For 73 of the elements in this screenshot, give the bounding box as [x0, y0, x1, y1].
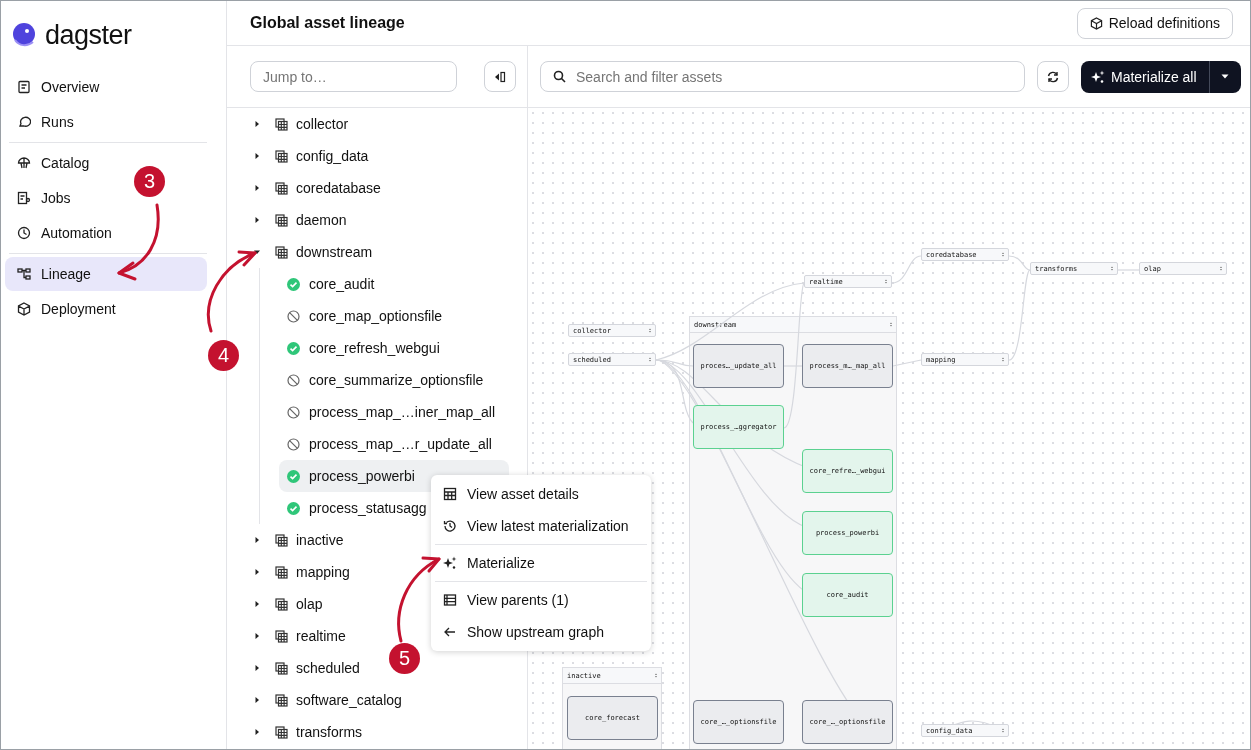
edge-line — [891, 255, 922, 284]
page-title: Global asset lineage — [250, 14, 405, 32]
table-stack-icon — [275, 117, 288, 131]
nav-item[interactable]: Automation — [5, 216, 124, 250]
table-stack-icon — [275, 533, 288, 547]
nav-item[interactable]: Lineage — [5, 257, 207, 291]
tree-group-row[interactable]: coredatabase — [253, 172, 381, 204]
tree-group-row[interactable]: scheduled — [253, 652, 360, 684]
lineage-icon — [17, 267, 31, 281]
menu-item[interactable]: View parents (1) — [435, 584, 647, 616]
sparkle-icon — [443, 556, 457, 570]
menu-item[interactable]: View latest materialization — [435, 510, 647, 542]
sparkle-icon — [1091, 69, 1105, 84]
asset-row[interactable]: core_map_optionsfile — [279, 300, 509, 332]
refresh-button[interactable] — [1037, 61, 1069, 92]
collapse-panel-icon — [494, 70, 506, 83]
tree-group-row[interactable]: realtime — [253, 620, 346, 652]
menu-item[interactable]: Materialize — [435, 547, 647, 579]
automation-icon — [17, 226, 31, 240]
asset-row[interactable]: core_summarize_optionsfile — [279, 364, 509, 396]
table-stack-icon — [275, 245, 288, 259]
runs-icon — [17, 115, 31, 129]
reload-definitions-button[interactable]: Reload definitions — [1076, 7, 1233, 39]
table-stack-icon — [275, 565, 288, 579]
tree-group-row[interactable]: config_data — [253, 140, 369, 172]
arrow-icon — [443, 625, 457, 639]
search-field[interactable]: Search and filter assets — [540, 61, 1025, 92]
materialize-all-button[interactable]: Materialize all — [1081, 60, 1209, 93]
octopus-logo-icon — [11, 22, 37, 48]
table-stack-icon — [275, 725, 288, 739]
tree-group-row[interactable]: mapping — [253, 556, 350, 588]
step-number-badge: 3 — [134, 166, 165, 197]
jobs-icon — [17, 191, 31, 205]
asset-row[interactable]: core_audit — [279, 268, 509, 300]
tree-group-row[interactable]: downstream — [253, 236, 373, 268]
table-stack-icon — [275, 661, 288, 675]
cube-icon — [1089, 16, 1103, 30]
step-number-badge: 4 — [208, 340, 239, 371]
asset-row[interactable]: core_refresh_webgui — [279, 332, 509, 364]
nav-item[interactable]: Deployment — [5, 292, 128, 326]
table-stack-icon — [275, 213, 288, 227]
caret-down-icon — [1221, 74, 1230, 79]
asset-row[interactable]: process_map_…r_update_all — [279, 428, 509, 460]
tree-group-row[interactable]: inactive — [253, 524, 344, 556]
table-stack-icon — [275, 629, 288, 643]
deployment-icon — [17, 302, 31, 316]
nav-item[interactable]: Runs — [5, 105, 86, 139]
jump-to-field[interactable]: Jump to… — [250, 61, 457, 92]
menu-item[interactable]: Show upstream graph — [435, 616, 647, 648]
history-icon — [443, 519, 457, 533]
table-stack-icon — [275, 149, 288, 163]
logo-wordmark: dagster — [45, 19, 132, 51]
overview-icon — [17, 80, 31, 94]
table-stack-icon — [275, 693, 288, 707]
table-stack-icon — [275, 597, 288, 611]
nav-item[interactable]: Jobs — [5, 181, 83, 215]
table-icon — [443, 487, 457, 501]
refresh-icon — [1046, 69, 1060, 84]
catalog-icon — [17, 156, 31, 170]
collapse-panel-button[interactable] — [484, 61, 516, 92]
dropdown-button[interactable] — [1208, 60, 1241, 93]
tree-group-row[interactable]: transforms — [253, 716, 363, 748]
tree-group-row[interactable]: collector — [253, 108, 349, 140]
tree-group-row[interactable]: software_catalog — [253, 684, 402, 716]
nav-item[interactable]: Catalog — [5, 146, 102, 180]
step-number-badge: 5 — [389, 643, 420, 674]
asset-row[interactable]: process_map_…iner_map_all — [279, 396, 509, 428]
search-icon — [553, 70, 566, 83]
table-stack-icon — [275, 181, 288, 195]
tree-group-row[interactable]: olap — [253, 588, 323, 620]
tree-group-row[interactable]: daemon — [253, 204, 347, 236]
list-icon — [443, 593, 457, 607]
nav-item[interactable]: Overview — [5, 70, 112, 104]
